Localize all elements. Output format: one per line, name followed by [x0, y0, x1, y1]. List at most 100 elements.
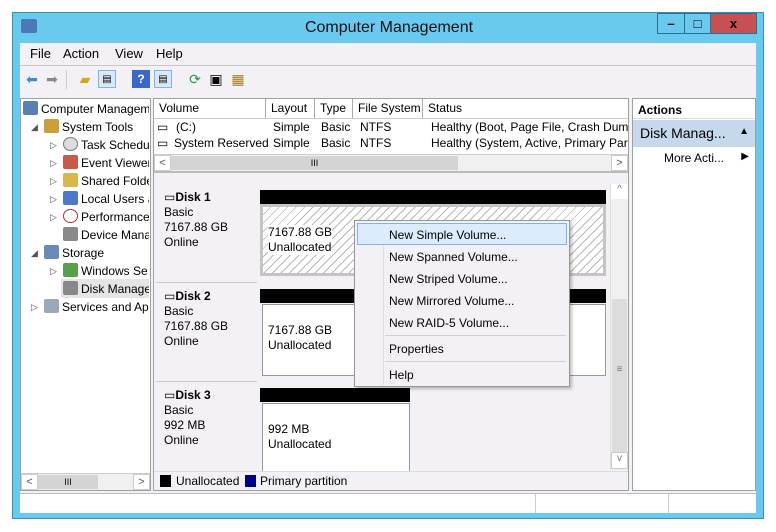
scroll-thumb[interactable]: ≡: [612, 299, 627, 452]
actions-header: Actions: [633, 99, 755, 119]
tree-item-system-tools[interactable]: System Tools: [44, 119, 149, 134]
status-bar: [20, 493, 756, 513]
expand-arrow-icon[interactable]: ▷: [31, 302, 38, 313]
cell-type: Basic: [321, 136, 351, 150]
tree-item-storage[interactable]: Storage: [44, 245, 149, 260]
tree-item-local-users[interactable]: Local Users a: [63, 191, 149, 206]
partition-status: Unallocated: [268, 240, 332, 255]
tree-item-disk-management[interactable]: Disk Management: [61, 279, 149, 298]
menu-separator: [385, 335, 566, 336]
disk-management-icon: [63, 281, 78, 295]
disk-size: 7167.88 GB: [164, 319, 229, 333]
tree-item-services-and-applications[interactable]: Services and Ap: [44, 299, 149, 314]
menu-item-new-simple-volume[interactable]: New Simple Volume...: [389, 228, 506, 242]
collapse-arrow-icon[interactable]: ◢: [31, 248, 38, 259]
refresh-icon[interactable]: ⟳: [186, 70, 204, 88]
tree-item-task-scheduler[interactable]: Task Scheduler: [63, 137, 149, 152]
partition-size: 7167.88 GB: [268, 225, 333, 240]
tree-item-event-viewer[interactable]: Event Viewer: [63, 155, 149, 170]
menu-item-new-striped-volume[interactable]: New Striped Volume...: [389, 272, 508, 286]
cell-volume: (C:): [176, 120, 196, 134]
cell-layout: Simple: [273, 120, 310, 134]
toolbar-separator: [66, 70, 67, 89]
scroll-thumb[interactable]: III: [171, 156, 458, 170]
scroll-left-button[interactable]: <: [154, 155, 171, 171]
partition-size: 992 MB: [268, 422, 310, 436]
column-header-status[interactable]: Status: [423, 99, 628, 118]
close-button[interactable]: x: [710, 13, 757, 34]
tree-item-windows-server-backup[interactable]: Windows Se: [63, 263, 149, 278]
properties-icon[interactable]: ▣: [207, 70, 225, 88]
expand-arrow-icon[interactable]: ▷: [50, 266, 57, 277]
maximize-button[interactable]: □: [684, 13, 711, 34]
cell-file-system: NTFS: [360, 120, 392, 134]
menu-action[interactable]: Action: [63, 46, 99, 61]
column-header-volume[interactable]: Volume: [154, 99, 266, 118]
show-hide-tree-icon[interactable]: ▤: [98, 70, 116, 88]
tree-item-performance[interactable]: Performance: [63, 209, 149, 224]
scroll-right-button[interactable]: >: [611, 155, 628, 171]
disk-size: 992 MB: [164, 418, 206, 432]
tree-item-computer-management[interactable]: Computer Managemen: [23, 101, 149, 116]
column-header-type[interactable]: Type: [315, 99, 353, 118]
disk-view-vertical-scrollbar[interactable]: ^ ≡ v: [610, 184, 628, 470]
volume-list-horizontal-scrollbar[interactable]: < III >: [154, 154, 628, 171]
menu-item-properties[interactable]: Properties: [389, 342, 444, 356]
forward-icon[interactable]: ➡: [43, 70, 61, 88]
actions-section-disk-management[interactable]: Disk Manag... ▲: [633, 120, 755, 147]
expand-arrow-icon[interactable]: ▷: [50, 212, 57, 223]
menu-file[interactable]: File: [30, 46, 51, 61]
cell-status: Healthy (Boot, Page File, Crash Dump: [431, 120, 628, 134]
partition-unallocated[interactable]: 992 MB Unallocated: [262, 403, 410, 472]
disk-state: Online: [164, 334, 199, 348]
tree-item-device-manager[interactable]: Device Manager: [63, 227, 149, 242]
menu-gutter: [383, 245, 384, 385]
tree-horizontal-scrollbar[interactable]: < III >: [21, 473, 150, 490]
services-icon: [44, 299, 59, 313]
disk-name: Disk 3: [175, 388, 211, 402]
menu-view[interactable]: View: [115, 46, 143, 61]
minimize-button[interactable]: –: [657, 13, 685, 34]
disk-type: Basic: [164, 205, 194, 219]
menu-item-help[interactable]: Help: [389, 368, 414, 382]
tree-item-shared-folders[interactable]: Shared Folders: [63, 173, 149, 188]
backup-icon: [63, 263, 78, 277]
menu-item-new-raid5-volume[interactable]: New RAID-5 Volume...: [389, 316, 509, 330]
scroll-up-button[interactable]: ^: [611, 184, 628, 199]
show-hide-action-pane-icon[interactable]: ▤: [154, 70, 172, 88]
settings-icon[interactable]: ▦: [229, 70, 247, 88]
disk-icon: ▭: [164, 190, 176, 204]
performance-icon: [63, 209, 78, 223]
partition-status: Unallocated: [268, 437, 332, 451]
disk-icon: ▭: [164, 388, 176, 402]
cell-status: Healthy (System, Active, Primary Part: [431, 136, 628, 150]
collapse-arrow-icon[interactable]: ◢: [31, 122, 38, 133]
column-header-layout[interactable]: Layout: [266, 99, 315, 118]
scroll-down-button[interactable]: v: [611, 452, 628, 469]
disk-icon: ▭: [164, 289, 176, 303]
action-more-actions[interactable]: More Acti... ▶: [664, 151, 755, 165]
scroll-thumb[interactable]: III: [38, 475, 98, 489]
collapse-up-icon: ▲: [739, 126, 749, 137]
menu-item-new-mirrored-volume[interactable]: New Mirrored Volume...: [389, 294, 514, 308]
legend-label-primary-partition: Primary partition: [260, 474, 348, 488]
expand-arrow-icon[interactable]: ▷: [50, 140, 57, 151]
disk-state: Online: [164, 235, 199, 249]
up-folder-icon[interactable]: ▰: [76, 70, 94, 88]
scroll-right-button[interactable]: >: [133, 474, 150, 490]
help-icon[interactable]: ?: [132, 70, 150, 88]
scroll-left-button[interactable]: <: [21, 474, 38, 490]
disk-name: Disk 2: [175, 289, 211, 303]
back-icon[interactable]: ⬅: [23, 70, 41, 88]
menu-help[interactable]: Help: [156, 46, 183, 61]
context-menu: New Simple Volume... New Spanned Volume.…: [354, 220, 570, 387]
menu-item-new-spanned-volume[interactable]: New Spanned Volume...: [389, 250, 518, 264]
expand-arrow-icon[interactable]: ▷: [50, 176, 57, 187]
users-icon: [63, 191, 78, 205]
legend-label-unallocated: Unallocated: [176, 474, 240, 488]
unallocated-bar: [260, 388, 410, 402]
computer-icon: [23, 101, 38, 115]
expand-arrow-icon[interactable]: ▷: [50, 194, 57, 205]
expand-arrow-icon[interactable]: ▷: [50, 158, 57, 169]
column-header-file-system[interactable]: File System: [353, 99, 423, 118]
